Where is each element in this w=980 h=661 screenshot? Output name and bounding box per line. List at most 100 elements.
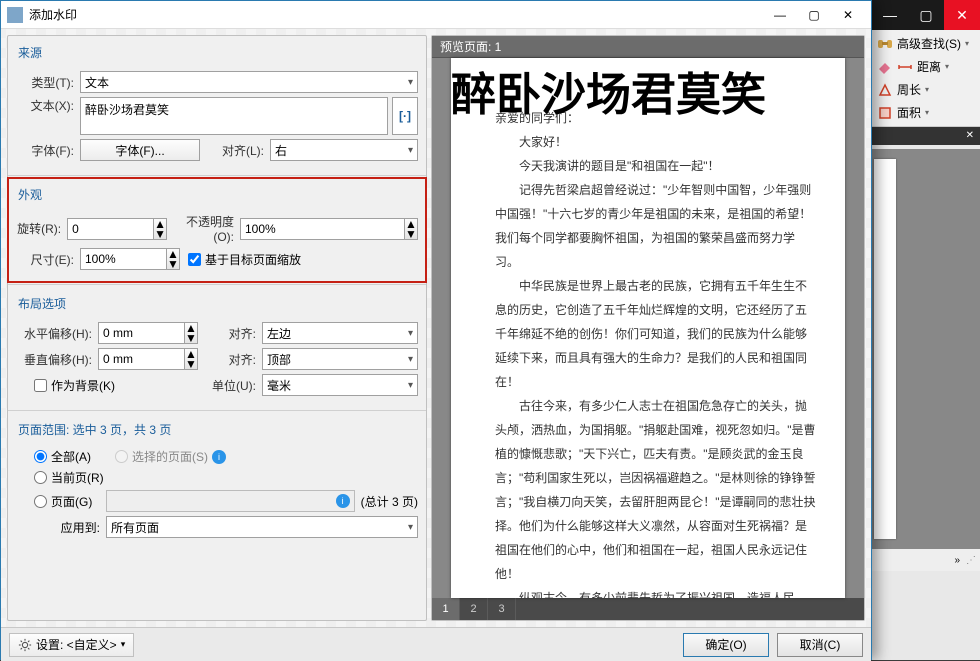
range-pages-radio[interactable]: 页面(G) (34, 493, 106, 510)
text-macro-button[interactable]: [·] (392, 97, 418, 135)
scale-input[interactable] (80, 248, 166, 270)
hoffset-label: 水平偏移(H): (16, 325, 98, 342)
align-label: 对齐(L): (200, 142, 270, 159)
bg-advanced-search[interactable]: 高级查找(S) ▾ (874, 32, 976, 55)
info-icon: i (212, 450, 226, 464)
applyto-combo[interactable]: 所有页面 (106, 516, 418, 538)
add-watermark-dialog: 添加水印 — ▢ ✕ 来源 类型(T): 文本 文本(X): 醉卧沙场君莫笑 [… (0, 0, 872, 660)
binoculars-icon (877, 36, 893, 52)
valign-label: 对齐: (198, 351, 262, 368)
dialog-bottom-bar: 设置: <自定义> ▾ 确定(O) 取消(C) (1, 627, 871, 661)
hoffset-input[interactable] (98, 322, 184, 344)
preview-body: 醉卧沙场君莫笑 亲爱的同学们： 大家好！ 今天我演讲的题目是"和祖国在一起"！ … (432, 58, 864, 598)
range-current-radio[interactable]: 当前页(R) (34, 469, 104, 486)
appearance-section: 外观 旋转(R): ▲▼ 不透明度(O): ▲▼ 尺寸(E): ▲▼ 基于目标页… (7, 177, 427, 283)
resize-grip-icon[interactable]: ⋰ (966, 555, 976, 566)
font-label: 字体(F): (16, 142, 80, 159)
type-label: 类型(T): (16, 74, 80, 91)
area-icon (877, 105, 893, 121)
cancel-button[interactable]: 取消(C) (777, 633, 863, 657)
eraser-icon (877, 59, 893, 75)
bg-toolbar: 高级查找(S) ▾ 距离 ▾ 周长 ▾ 面积 ▾ (870, 30, 980, 127)
preview-header: 预览页面: 1 (432, 36, 864, 58)
bg-area-tool[interactable]: 面积 ▾ (874, 101, 976, 124)
watermark-text-input[interactable]: 醉卧沙场君莫笑 (80, 97, 388, 135)
voffset-label: 垂直偏移(H): (16, 351, 98, 368)
preview-watermark: 醉卧沙场君莫笑 (451, 58, 766, 123)
hoffset-spinner[interactable]: ▲▼ (184, 322, 198, 344)
source-section: 来源 类型(T): 文本 文本(X): 醉卧沙场君莫笑 [·] 字体(F): 字… (8, 36, 426, 173)
range-all-radio[interactable]: 全部(A) (34, 448, 91, 465)
perimeter-icon (877, 82, 893, 98)
bg-document-canvas (870, 149, 980, 549)
ok-button[interactable]: 确定(O) (683, 633, 769, 657)
opacity-spinner[interactable]: ▲▼ (404, 218, 418, 240)
distance-icon (897, 59, 913, 75)
font-button[interactable]: 字体(F)... (80, 139, 200, 161)
rotate-input[interactable] (67, 218, 153, 240)
rotate-spinner[interactable]: ▲▼ (153, 218, 167, 240)
bg-close-button[interactable]: ✕ (944, 0, 980, 30)
range-selected-radio[interactable]: 选择的页面(S)i (115, 448, 226, 465)
preview-tab-3[interactable]: 3 (488, 598, 516, 620)
app-icon (7, 7, 23, 23)
source-title: 来源 (16, 40, 418, 67)
minimize-button[interactable]: — (763, 4, 797, 26)
chevron-down-icon: ▾ (121, 639, 126, 650)
bg-distance-tool[interactable]: 距离 ▾ (874, 55, 976, 78)
bg-perimeter-tool[interactable]: 周长 ▾ (874, 78, 976, 101)
close-button[interactable]: ✕ (831, 4, 865, 26)
halign-combo[interactable]: 左边 (262, 322, 418, 344)
units-combo[interactable]: 毫米 (262, 374, 418, 396)
valign-combo[interactable]: 顶部 (262, 348, 418, 370)
type-combo[interactable]: 文本 (80, 71, 418, 93)
text-label: 文本(X): (16, 97, 80, 135)
bg-perimeter-label: 周长 (897, 81, 921, 98)
preview-pane: 预览页面: 1 醉卧沙场君莫笑 亲爱的同学们： 大家好！ 今天我演讲的题目是"和… (431, 35, 865, 621)
settings-label: 设置: <自定义> (36, 636, 117, 653)
voffset-input[interactable] (98, 348, 184, 370)
gear-icon (18, 638, 32, 652)
preview-tab-2[interactable]: 2 (460, 598, 488, 620)
titlebar: 添加水印 — ▢ ✕ (1, 1, 871, 29)
units-label: 单位(U): (198, 377, 262, 394)
bg-statusbar: » ⋰ (870, 549, 980, 571)
chevron-down-icon: ▾ (925, 108, 929, 117)
bg-advanced-search-label: 高级查找(S) (897, 35, 961, 52)
scale-relative-checkbox[interactable]: 基于目标页面缩放 (188, 251, 301, 268)
bg-panel-close[interactable]: ✕ (870, 127, 980, 145)
preview-page: 醉卧沙场君莫笑 亲爱的同学们： 大家好！ 今天我演讲的题目是"和祖国在一起"！ … (451, 58, 845, 598)
settings-dropdown[interactable]: 设置: <自定义> ▾ (9, 633, 134, 657)
scale-spinner[interactable]: ▲▼ (166, 248, 180, 270)
bg-maximize-button[interactable]: ▢ (908, 0, 944, 30)
preview-document-text: 亲爱的同学们： 大家好！ 今天我演讲的题目是"和祖国在一起"！ 记得先哲梁启超曾… (451, 58, 845, 598)
halign-label: 对齐: (198, 325, 262, 342)
info-icon: i (336, 494, 350, 508)
applyto-label: 应用到: (34, 519, 106, 536)
align-combo[interactable]: 右 (270, 139, 418, 161)
bg-minimize-button[interactable]: — (872, 0, 908, 30)
chevron-down-icon: ▾ (945, 62, 949, 71)
as-background-checkbox[interactable]: 作为背景(K) (34, 377, 198, 394)
bg-page-thumbnail (874, 159, 896, 539)
rotate-label: 旋转(R): (16, 220, 67, 237)
bg-titlebar: — ▢ ✕ (870, 0, 980, 30)
appearance-title: 外观 (16, 182, 418, 209)
range-pages-input[interactable]: i (106, 490, 355, 512)
opacity-input[interactable] (240, 218, 404, 240)
dialog-title: 添加水印 (29, 6, 763, 23)
chevron-down-icon: ▾ (925, 85, 929, 94)
opacity-label: 不透明度(O): (167, 213, 240, 244)
maximize-button[interactable]: ▢ (797, 4, 831, 26)
range-title: 页面范围: 选中 3 页，共 3 页 (16, 417, 418, 444)
bg-area-label: 面积 (897, 104, 921, 121)
scale-label: 尺寸(E): (16, 251, 80, 268)
layout-section: 布局选项 水平偏移(H): ▲▼ 对齐: 左边 垂直偏移(H): ▲▼ 对齐: … (8, 287, 426, 408)
voffset-spinner[interactable]: ▲▼ (184, 348, 198, 370)
preview-tab-1[interactable]: 1 (432, 598, 460, 620)
range-section: 页面范围: 选中 3 页，共 3 页 全部(A) 选择的页面(S)i 当前页(R… (8, 413, 426, 550)
chevron-down-icon[interactable]: » (954, 555, 960, 566)
bg-distance-label: 距离 (917, 58, 941, 75)
chevron-down-icon: ▾ (965, 39, 969, 48)
preview-page-tabs: 1 2 3 (432, 598, 864, 620)
